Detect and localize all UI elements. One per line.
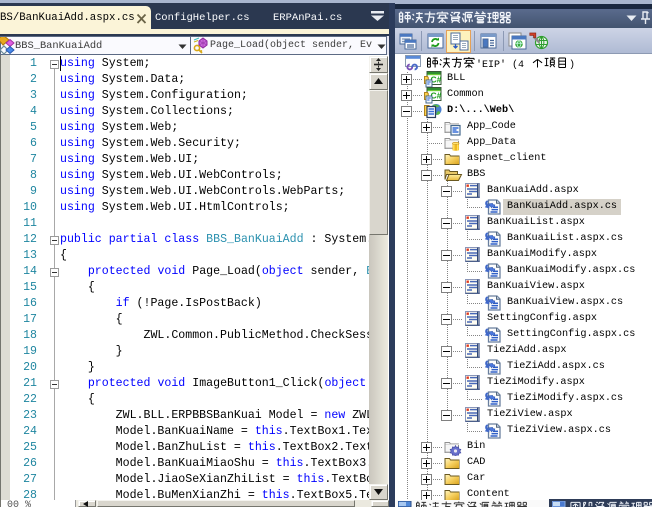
svg-text:'EIP' (4: 'EIP' (4 (476, 59, 524, 70)
svg-text:): ) (569, 59, 575, 70)
